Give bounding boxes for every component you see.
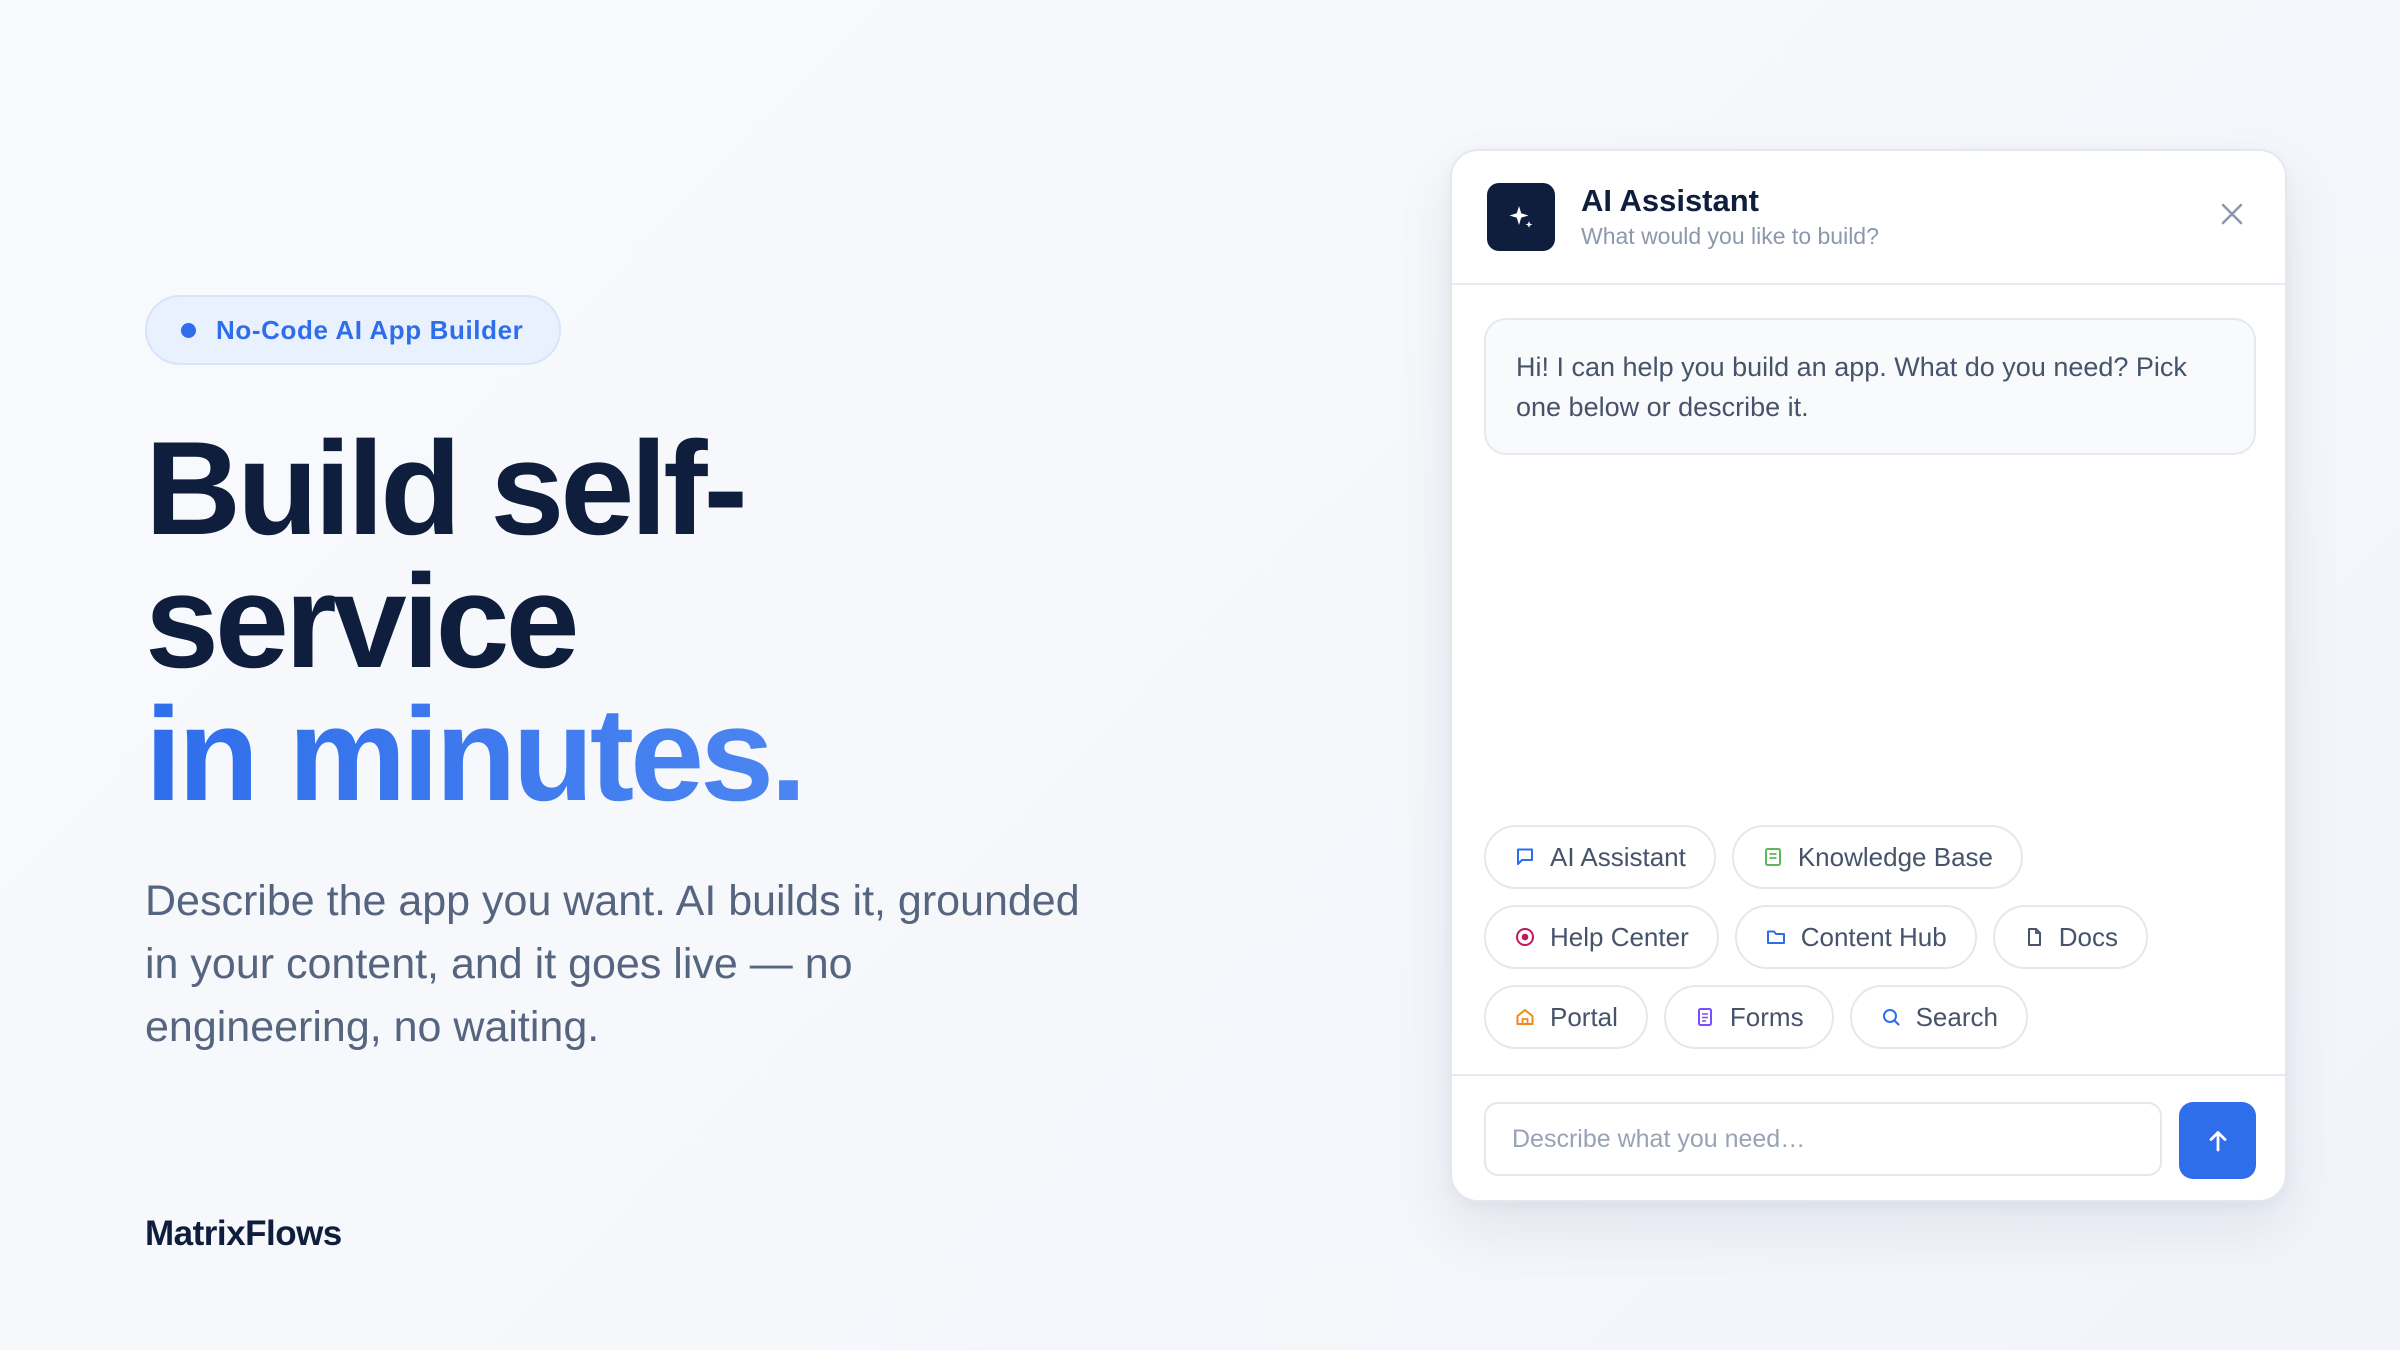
badge-label: No-Code AI App Builder (216, 314, 524, 345)
chat-icon (1517, 848, 1533, 865)
chip-label: Docs (2058, 921, 2118, 952)
home-icon (1516, 1009, 1534, 1025)
chip-label: Forms (1729, 1001, 1804, 1032)
panel-subtitle: What would you like to build? (1581, 223, 1879, 249)
close-icon (2221, 203, 2243, 225)
chip-help-center[interactable]: Help Center (1484, 905, 1719, 969)
sparkle-icon (1487, 183, 1555, 251)
chip-label: Help Center (1550, 921, 1689, 952)
arrow-up-icon (2209, 1130, 2226, 1151)
panel-footer (1452, 1074, 2285, 1200)
brand-logo: MatrixFlows (145, 1214, 342, 1253)
send-button[interactable] (2179, 1102, 2256, 1179)
chip-label: Search (1915, 1001, 1998, 1032)
chip-label: Portal (1550, 1001, 1618, 1032)
book-icon (1764, 848, 1781, 866)
target-icon (1516, 928, 1534, 946)
badge-dot (181, 322, 196, 338)
form-icon (1697, 1008, 1712, 1026)
headline-accent: in minutes. (145, 689, 1145, 822)
chip-label: Knowledge Base (1797, 841, 1993, 872)
chip-search[interactable]: Search (1849, 985, 2028, 1049)
headline-line-1: Build self- (145, 415, 748, 563)
panel-header: AI Assistant What would you like to buil… (1452, 151, 2285, 285)
search-icon (1882, 1009, 1900, 1026)
ai-assistant-panel: AI Assistant What would you like to buil… (1450, 149, 2287, 1202)
chip-label: AI Assistant (1550, 841, 1686, 872)
chip-forms[interactable]: Forms (1663, 985, 1834, 1049)
chip-content-hub[interactable]: Content Hub (1734, 905, 1977, 969)
product-badge: No-Code AI App Builder (145, 295, 562, 365)
hero-description: Describe the app you want. AI builds it,… (145, 877, 1080, 1051)
message-input[interactable] (1484, 1102, 2162, 1176)
close-button[interactable] (2215, 197, 2249, 231)
hero-section: No-Code AI App Builder Build self- servi… (145, 295, 1145, 1059)
document-icon (2027, 928, 2041, 946)
chip-docs[interactable]: Docs (1992, 905, 2148, 969)
hero-headline: Build self- service in minutes. (145, 423, 1145, 822)
assistant-message: Hi! I can help you build an app. What do… (1484, 318, 2256, 455)
folder-icon (1766, 930, 1785, 944)
chip-ai-assistant[interactable]: AI Assistant (1484, 825, 1716, 889)
panel-title: AI Assistant (1581, 183, 1760, 218)
app-type-chips: AI Assistant Knowledge Base Help Center … (1484, 825, 2264, 1049)
chip-portal[interactable]: Portal (1484, 985, 1648, 1049)
chip-label: Content Hub (1800, 921, 1947, 952)
chip-knowledge-base[interactable]: Knowledge Base (1731, 825, 2023, 889)
headline-line-2: service (145, 548, 580, 696)
